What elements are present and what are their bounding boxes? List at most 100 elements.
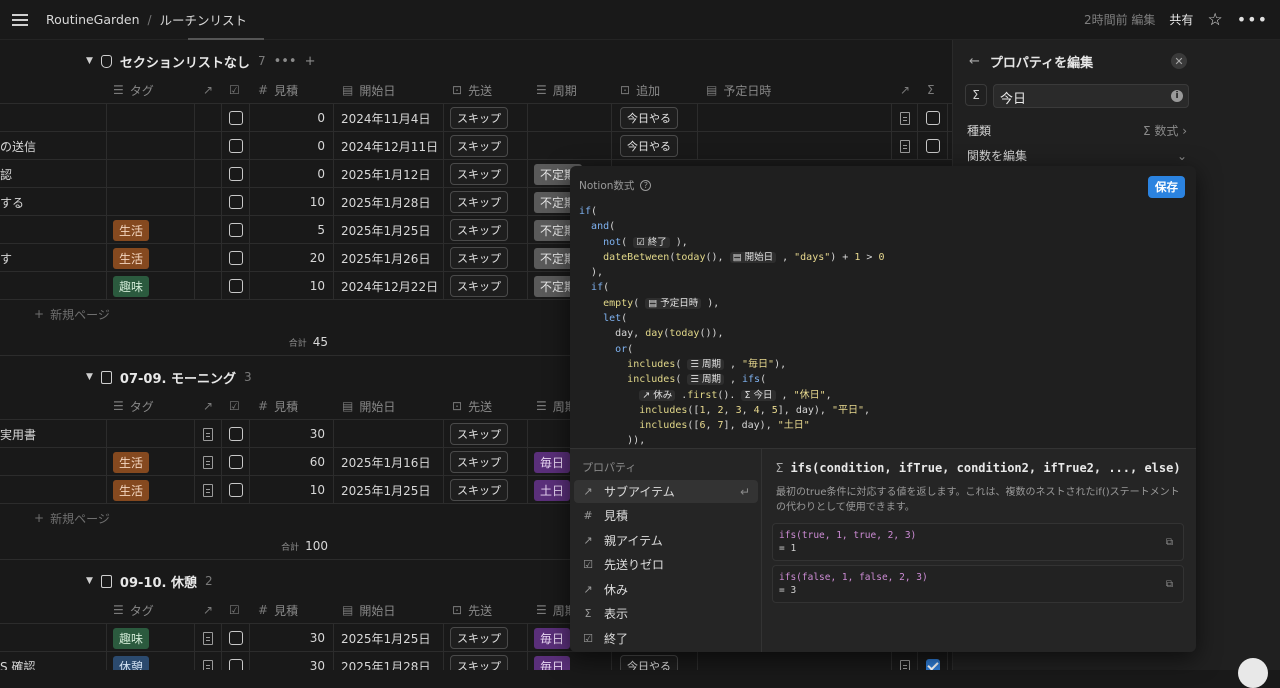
property-item-estimate[interactable]: # 見積 <box>574 504 758 527</box>
edit-formula-row[interactable]: 関数を編集 ⌄ <box>967 147 1187 164</box>
row-tag[interactable] <box>107 104 195 132</box>
property-item-display[interactable]: Σ 表示 <box>574 602 758 625</box>
row-start-date[interactable]: 2025年1月26日 <box>334 244 444 272</box>
estimate-sum[interactable]: 合計 45 <box>289 328 328 356</box>
more-options-icon[interactable]: ••• <box>1237 10 1268 29</box>
col-add[interactable]: ⊡ 追加 <box>620 76 660 104</box>
col-tag[interactable]: ☰ タグ <box>113 596 154 624</box>
row-relation[interactable] <box>195 132 222 160</box>
copy-icon[interactable]: ⧉ <box>1166 536 1173 549</box>
row-title[interactable]: S 確認 <box>0 652 107 670</box>
row-estimate[interactable]: 30 <box>250 420 334 448</box>
checkbox[interactable] <box>925 111 940 125</box>
row-title[interactable]: の送信 <box>0 132 107 160</box>
skip-button[interactable]: スキップ <box>450 423 508 445</box>
save-button[interactable]: 保存 <box>1148 176 1185 198</box>
row-estimate[interactable]: 0 <box>250 160 334 188</box>
row-start-date[interactable]: 2025年1月28日 <box>334 652 444 670</box>
row-tag[interactable]: 生活 <box>107 476 195 504</box>
col-tag[interactable]: ☰ タグ <box>113 76 154 104</box>
row-estimate[interactable]: 5 <box>250 216 334 244</box>
col-formula[interactable]: Σ <box>927 76 935 104</box>
col-rollup[interactable]: ↗ <box>900 76 910 104</box>
row-tag[interactable] <box>107 188 195 216</box>
row-relation[interactable] <box>195 272 222 300</box>
row-relation[interactable] <box>195 244 222 272</box>
property-type-row[interactable]: 種類 Σ 数式 › <box>967 122 1187 139</box>
skip-button[interactable]: スキップ <box>450 627 508 649</box>
skip-button[interactable]: スキップ <box>450 275 508 297</box>
row-start-date[interactable]: 2025年1月25日 <box>334 216 444 244</box>
table-row[interactable]: S 確認 休憩 30 2025年1月28日 スキップ 毎日 今日やる <box>0 652 952 670</box>
favorite-star-icon[interactable]: ☆ <box>1207 10 1222 30</box>
row-relation[interactable] <box>195 160 222 188</box>
property-item-no-skip[interactable]: ☑ 先送りゼロ <box>574 553 758 576</box>
breadcrumb-page[interactable]: ルーチンリスト <box>160 10 248 29</box>
checkbox[interactable] <box>228 631 243 645</box>
row-planned[interactable] <box>698 104 892 132</box>
checkbox[interactable] <box>228 659 243 670</box>
row-title[interactable] <box>0 104 107 132</box>
col-estimate[interactable]: # 見積 <box>258 76 298 104</box>
skip-button[interactable]: スキップ <box>450 451 508 473</box>
row-checkbox[interactable] <box>222 448 250 476</box>
row-title[interactable] <box>0 216 107 244</box>
group-header[interactable]: ▼ セクションリストなし 7 ••• + <box>86 49 316 73</box>
property-item-subitem[interactable]: ↗ サブアイテム ↵ <box>574 480 758 503</box>
collapse-triangle-icon[interactable]: ▼ <box>86 56 93 66</box>
assistant-avatar[interactable] <box>1238 658 1268 688</box>
checked-checkbox[interactable] <box>925 659 940 670</box>
skip-button[interactable]: スキップ <box>450 479 508 501</box>
menu-icon[interactable] <box>12 13 28 26</box>
row-checkbox[interactable] <box>222 216 250 244</box>
checkbox[interactable] <box>228 427 243 441</box>
skip-button[interactable]: スキップ <box>450 191 508 213</box>
checkbox[interactable] <box>228 195 243 209</box>
collapse-triangle-icon[interactable]: ▼ <box>86 576 93 586</box>
help-icon[interactable]: ? <box>640 180 652 191</box>
row-relation[interactable] <box>195 104 222 132</box>
row-tag[interactable] <box>107 420 195 448</box>
row-title[interactable] <box>0 272 107 300</box>
property-item-done[interactable]: ☑ 終了 <box>574 627 758 650</box>
row-checkbox[interactable] <box>222 476 250 504</box>
row-checkbox[interactable] <box>222 188 250 216</box>
skip-button[interactable]: スキップ <box>450 219 508 241</box>
checkbox[interactable] <box>228 111 243 125</box>
col-relation[interactable]: ↗ <box>203 596 213 624</box>
col-skip[interactable]: ⊡ 先送 <box>452 76 492 104</box>
row-checkbox[interactable] <box>222 652 250 670</box>
group-header[interactable]: ▼ 07-09. モーニング 3 <box>86 365 252 389</box>
row-checkbox[interactable] <box>222 244 250 272</box>
property-item-rest[interactable]: ↗ 休み <box>574 578 758 601</box>
row-start-date[interactable]: 2025年1月25日 <box>334 624 444 652</box>
checkbox[interactable] <box>925 139 940 153</box>
collapse-triangle-icon[interactable]: ▼ <box>86 372 93 382</box>
col-checkbox[interactable]: ☑ <box>229 392 240 420</box>
row-title[interactable] <box>0 624 107 652</box>
property-name-input[interactable]: 今日 <box>993 84 1189 108</box>
formula-code-editor[interactable]: if( and( not( ☑ 終了 ), dateBetween(today(… <box>579 204 884 449</box>
row-estimate[interactable]: 30 <box>250 624 334 652</box>
row-tag[interactable]: 生活 <box>107 244 195 272</box>
row-checkbox[interactable] <box>222 420 250 448</box>
close-icon[interactable]: ✕ <box>1171 53 1187 69</box>
do-today-button[interactable]: 今日やる <box>620 135 678 157</box>
row-estimate[interactable]: 20 <box>250 244 334 272</box>
col-checkbox[interactable]: ☑ <box>229 596 240 624</box>
row-cycle[interactable] <box>528 132 612 160</box>
checkbox[interactable] <box>228 279 243 293</box>
row-tag[interactable]: 休憩 <box>107 652 195 670</box>
row-tag[interactable]: 趣味 <box>107 624 195 652</box>
row-checkbox[interactable] <box>222 160 250 188</box>
col-skip[interactable]: ⊡ 先送 <box>452 392 492 420</box>
col-start[interactable]: ▤ 開始日 <box>342 392 395 420</box>
estimate-sum[interactable]: 合計 100 <box>281 532 328 560</box>
col-planned[interactable]: ▤ 予定日時 <box>706 76 771 104</box>
row-estimate[interactable]: 0 <box>250 132 334 160</box>
row-estimate[interactable]: 30 <box>250 652 334 670</box>
row-tag[interactable]: 趣味 <box>107 272 195 300</box>
row-tag[interactable] <box>107 160 195 188</box>
col-relation[interactable]: ↗ <box>203 76 213 104</box>
skip-button[interactable]: スキップ <box>450 107 508 129</box>
